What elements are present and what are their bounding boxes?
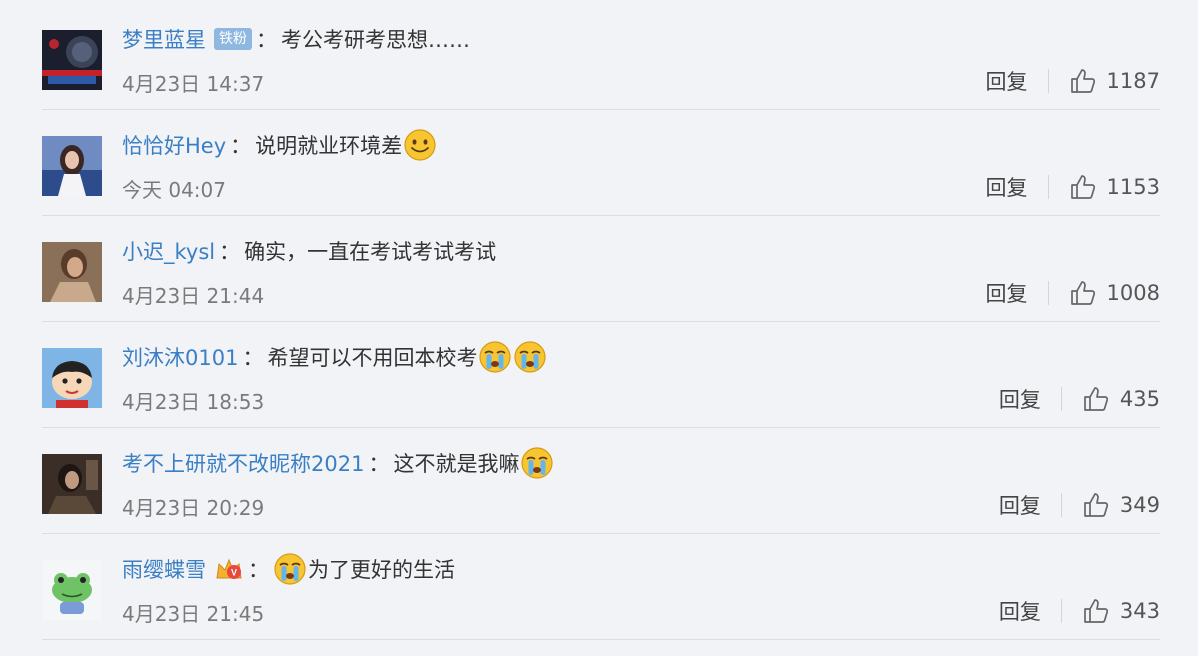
crying-emoji-icon bbox=[521, 447, 554, 479]
thumbs-up-icon bbox=[1070, 175, 1095, 199]
avatar[interactable] bbox=[42, 136, 102, 196]
comment-item: 刘沐沐0101 ： 希望可以不用回本校考 4月23日 18:53 回复 435 bbox=[0, 322, 1198, 428]
smile-emoji-icon bbox=[404, 129, 436, 161]
reply-button[interactable]: 回复 bbox=[986, 172, 1028, 202]
vip-crown-icon: V bbox=[216, 558, 242, 579]
like-count: 1187 bbox=[1106, 69, 1160, 93]
avatar-girl-photo-icon bbox=[42, 136, 102, 196]
thumbs-up-icon bbox=[1070, 281, 1095, 305]
colon: ： bbox=[256, 28, 277, 52]
comment-list: 梦里蓝星 铁粉 ： 考公考研考思想…… 4月23日 14:37 回复 1187 bbox=[0, 0, 1198, 656]
comment-text: 这不就是我嘛 bbox=[393, 452, 520, 476]
comment-actions: 回复 1153 bbox=[986, 172, 1160, 202]
avatar[interactable] bbox=[42, 242, 102, 302]
divider bbox=[1047, 175, 1049, 199]
like-button[interactable]: 1187 bbox=[1069, 67, 1160, 95]
colon: ： bbox=[230, 134, 252, 158]
avatar-dark-photo-icon bbox=[42, 454, 102, 514]
comment-line: 小迟_kysl ： 确实，一直在考试考试考试 bbox=[122, 234, 496, 268]
avatar[interactable] bbox=[42, 560, 102, 620]
thumbs-up-icon bbox=[1084, 387, 1109, 411]
crying-emoji-icon bbox=[479, 341, 512, 373]
crying-emoji-icon bbox=[514, 341, 547, 373]
comment-line: 恰恰好Hey ： 说明就业环境差 bbox=[122, 128, 437, 162]
reply-button[interactable]: 回复 bbox=[999, 384, 1041, 414]
avatar-cartoon-boy-icon bbox=[42, 348, 102, 408]
like-count: 435 bbox=[1119, 387, 1160, 411]
comment-item: 小迟_kysl ： 确实，一直在考试考试考试 4月23日 21:44 回复 10… bbox=[0, 216, 1198, 322]
timestamp: 4月23日 14:37 bbox=[122, 72, 265, 96]
comment-actions: 回复 349 bbox=[999, 490, 1160, 520]
avatar[interactable] bbox=[42, 454, 102, 514]
crying-emoji-icon bbox=[274, 553, 306, 585]
like-count: 349 bbox=[1119, 493, 1160, 517]
comment-line: 刘沐沐0101 ： 希望可以不用回本校考 bbox=[122, 340, 547, 374]
fan-badge: 铁粉 bbox=[214, 28, 252, 50]
like-count: 1153 bbox=[1106, 175, 1160, 199]
thumbs-up-icon bbox=[1070, 69, 1095, 93]
comment-item: 梦里蓝星 铁粉 ： 考公考研考思想…… 4月23日 14:37 回复 1187 bbox=[0, 4, 1198, 110]
timestamp: 4月23日 20:29 bbox=[122, 496, 265, 520]
comment-item: 雨缨蝶雪 V ： 为了更好的生活 4月23日 21:45 回复 343 bbox=[0, 534, 1198, 640]
comment-actions: 回复 1187 bbox=[986, 66, 1160, 96]
comment-actions: 回复 1008 bbox=[986, 278, 1160, 308]
avatar-person-photo-icon bbox=[42, 242, 102, 302]
divider bbox=[1060, 493, 1062, 517]
svg-text:V: V bbox=[231, 568, 237, 578]
row-divider bbox=[42, 639, 1160, 640]
comment-text: 确实，一直在考试考试考试 bbox=[244, 240, 497, 264]
comment-text: 希望可以不用回本校考 bbox=[267, 346, 478, 370]
like-button[interactable]: 1008 bbox=[1069, 279, 1160, 307]
like-button[interactable]: 349 bbox=[1082, 491, 1160, 519]
colon: ： bbox=[248, 558, 269, 582]
divider bbox=[1060, 599, 1062, 623]
username-link[interactable]: 雨缨蝶雪 bbox=[122, 554, 206, 584]
like-button[interactable]: 1153 bbox=[1069, 173, 1160, 201]
timestamp: 4月23日 21:45 bbox=[122, 602, 265, 626]
username-link[interactable]: 小迟_kysl bbox=[122, 236, 215, 266]
comment-actions: 回复 435 bbox=[999, 384, 1160, 414]
thumbs-up-icon bbox=[1084, 493, 1109, 517]
comment-actions: 回复 343 bbox=[999, 596, 1160, 626]
like-count: 343 bbox=[1119, 599, 1160, 623]
avatar[interactable] bbox=[42, 30, 102, 90]
comment-text: 为了更好的生活 bbox=[308, 558, 455, 582]
divider bbox=[1060, 387, 1062, 411]
avatar[interactable] bbox=[42, 348, 102, 408]
like-button[interactable]: 343 bbox=[1082, 597, 1160, 625]
username-link[interactable]: 刘沐沐0101 bbox=[122, 342, 238, 372]
divider bbox=[1047, 69, 1049, 93]
comment-text: 说明就业环境差 bbox=[255, 134, 403, 158]
username-link[interactable]: 梦里蓝星 bbox=[122, 24, 206, 54]
avatar-green-frog-icon bbox=[42, 560, 102, 620]
timestamp: 今天 04:07 bbox=[122, 178, 226, 202]
username-link[interactable]: 恰恰好Hey bbox=[122, 130, 226, 160]
colon: ： bbox=[219, 240, 241, 264]
comment-line: 梦里蓝星 铁粉 ： 考公考研考思想…… bbox=[122, 22, 470, 56]
reply-button[interactable]: 回复 bbox=[999, 490, 1041, 520]
timestamp: 4月23日 21:44 bbox=[122, 284, 265, 308]
colon: ： bbox=[368, 452, 390, 476]
thumbs-up-icon bbox=[1084, 599, 1109, 623]
comment-item: 恰恰好Hey ： 说明就业环境差 今天 04:07 回复 1153 bbox=[0, 110, 1198, 216]
username-link[interactable]: 考不上研就不改昵称2021 bbox=[122, 448, 364, 478]
divider bbox=[1047, 281, 1049, 305]
like-count: 1008 bbox=[1106, 281, 1160, 305]
comment-line: 考不上研就不改昵称2021 ： 这不就是我嘛 bbox=[122, 446, 554, 480]
reply-button[interactable]: 回复 bbox=[999, 596, 1041, 626]
reply-button[interactable]: 回复 bbox=[986, 278, 1028, 308]
comment-text: 考公考研考思想…… bbox=[281, 28, 470, 52]
comment-item: 考不上研就不改昵称2021 ： 这不就是我嘛 4月23日 20:29 回复 34… bbox=[0, 428, 1198, 534]
comment-line: 雨缨蝶雪 V ： 为了更好的生活 bbox=[122, 552, 455, 586]
reply-button[interactable]: 回复 bbox=[986, 66, 1028, 96]
like-button[interactable]: 435 bbox=[1082, 385, 1160, 413]
timestamp: 4月23日 18:53 bbox=[122, 390, 265, 414]
avatar-dark-planet-icon bbox=[42, 30, 102, 90]
colon: ： bbox=[242, 346, 264, 370]
